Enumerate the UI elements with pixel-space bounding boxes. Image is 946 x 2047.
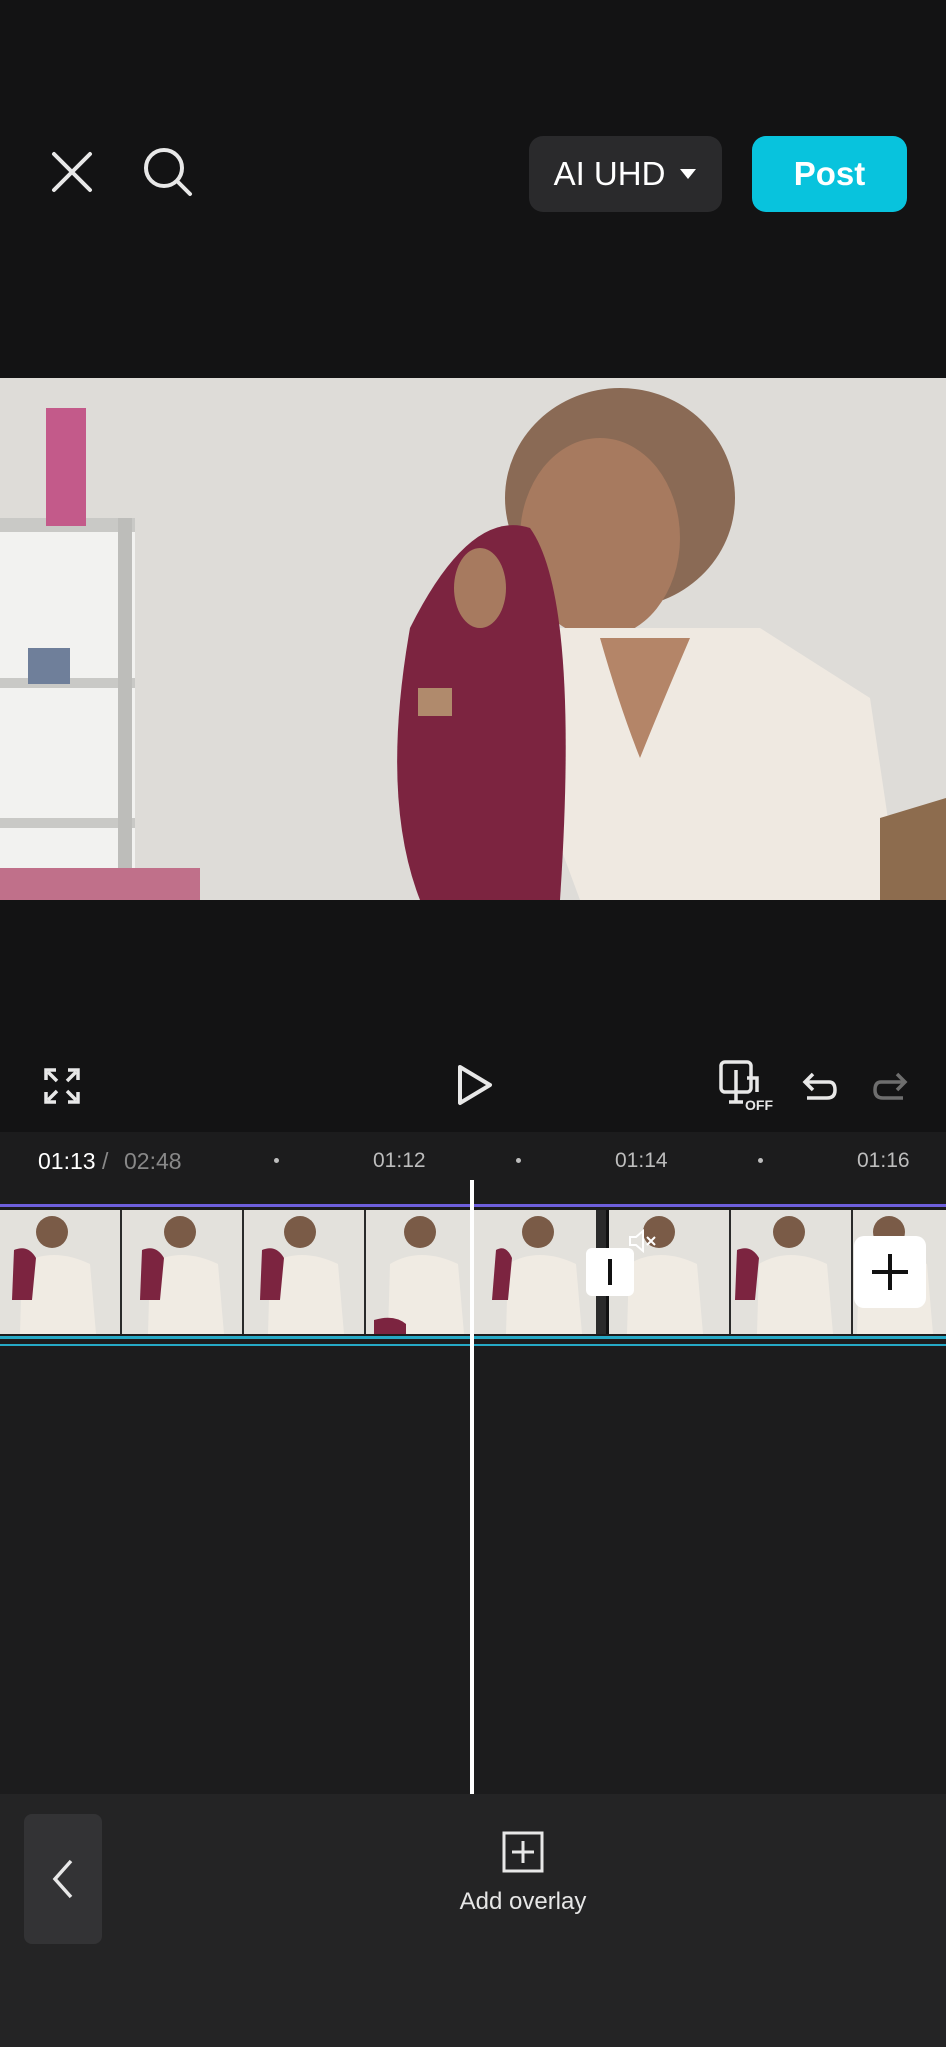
keyframe-toggle[interactable]: OFF (716, 1056, 778, 1114)
video-preview[interactable] (0, 378, 946, 900)
post-label: Post (793, 155, 866, 192)
play-icon (458, 1065, 492, 1105)
tick-dot (758, 1158, 763, 1163)
tick-label: 01:12 (373, 1149, 426, 1172)
clip-thumbnail (476, 1210, 596, 1334)
total-time: 02:48 (124, 1148, 182, 1174)
fullscreen-button[interactable] (34, 1058, 90, 1114)
transition-button[interactable] (586, 1248, 634, 1296)
keyframe-off-icon: OFF (719, 1060, 773, 1112)
tick-label: 01:16 (857, 1149, 910, 1172)
quality-dropdown[interactable]: AI UHD (529, 136, 722, 212)
current-time: 01:13 (38, 1148, 96, 1174)
close-icon (52, 152, 92, 192)
play-button[interactable] (446, 1056, 502, 1114)
keyframe-off-text: OFF (745, 1097, 773, 1112)
tick-dot (516, 1158, 521, 1163)
redo-icon (873, 1072, 908, 1100)
playback-controls: OFF (0, 1040, 946, 1130)
add-overlay-icon (502, 1831, 544, 1873)
clip-thumbnail (0, 1210, 120, 1334)
add-clip-button[interactable] (854, 1236, 926, 1308)
quality-label: AI UHD (553, 155, 666, 192)
undo-icon (802, 1072, 837, 1100)
fullscreen-icon (44, 1068, 80, 1104)
redo-button[interactable] (868, 1058, 914, 1110)
back-button[interactable] (24, 1814, 102, 1944)
tick-dot (274, 1158, 279, 1163)
tick-label: 01:14 (615, 1149, 668, 1172)
plus-icon (872, 1254, 908, 1290)
caret-down-icon (680, 169, 697, 179)
undo-button[interactable] (796, 1058, 842, 1110)
add-overlay-button[interactable]: Add overlay (430, 1830, 616, 1940)
clip-thumbnail (122, 1210, 242, 1334)
close-button[interactable] (40, 140, 104, 204)
clip-thumbnail (244, 1210, 364, 1334)
clip-thumbnail (731, 1210, 851, 1334)
post-button[interactable]: Post (752, 136, 907, 212)
search-icon (144, 148, 192, 196)
clip-thumbnail (366, 1210, 486, 1334)
chevron-left-icon (52, 1859, 73, 1899)
transition-icon (608, 1259, 612, 1285)
add-overlay-label: Add overlay (459, 1888, 587, 1915)
time-separator: / (102, 1148, 109, 1174)
preview-frame-image (0, 378, 946, 900)
search-button[interactable] (136, 140, 200, 204)
playhead[interactable] (470, 1180, 474, 1794)
